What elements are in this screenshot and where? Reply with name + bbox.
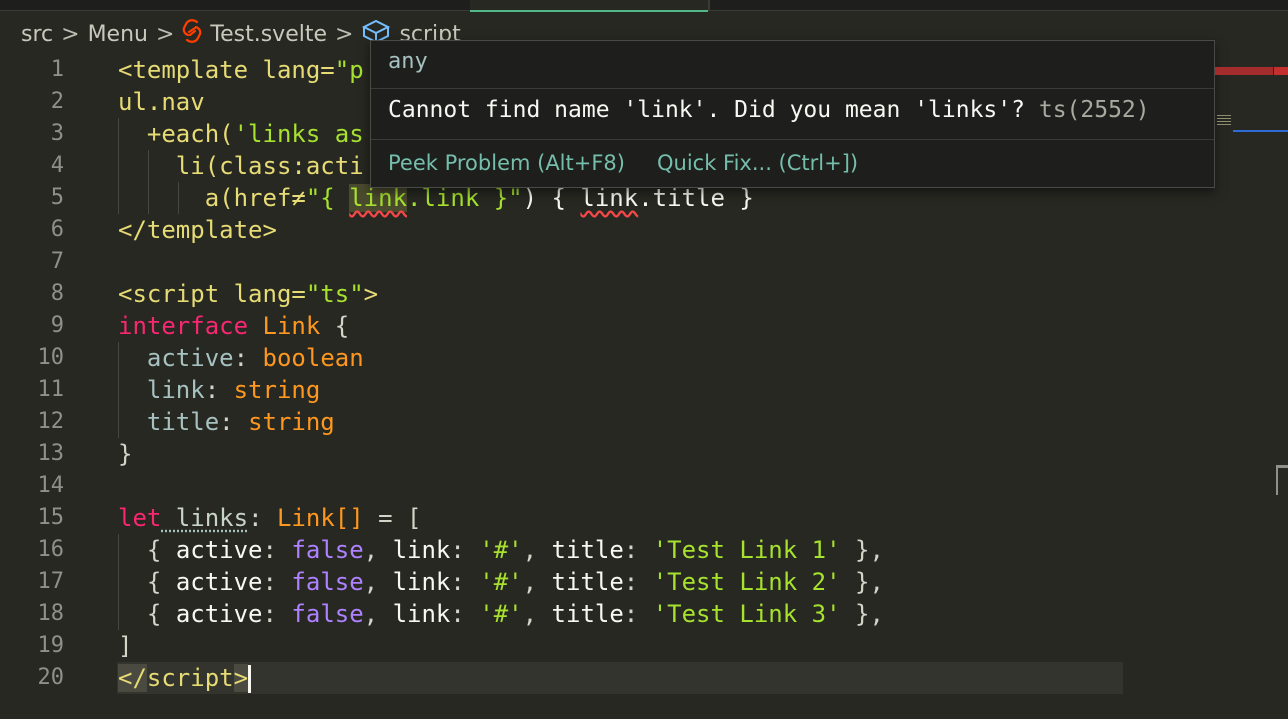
- code-text: active: boolean: [146, 344, 364, 372]
- code-text: { active: false, link: '#', title: 'Test…: [146, 568, 884, 596]
- scrollbar-thumb[interactable]: [1276, 465, 1278, 495]
- code-line: 12 title: string: [0, 406, 1288, 438]
- hover-actions: Peek Problem (Alt+F8) Quick Fix... (Ctrl…: [388, 151, 858, 175]
- line-number: 12: [37, 409, 65, 434]
- code-line: 16 { active: false, link: '#', title: 'T…: [0, 534, 1288, 566]
- text-cursor: [248, 665, 252, 693]
- code-line: 17 { active: false, link: '#', title: 'T…: [0, 566, 1288, 598]
- error-code: ts(2552): [1038, 97, 1150, 123]
- line-number: 1: [50, 57, 64, 82]
- line-number: 10: [37, 345, 65, 370]
- active-tab[interactable]: [470, 0, 708, 12]
- code-line: 8 <script lang="ts">: [0, 278, 1288, 310]
- line-number: 3: [50, 121, 64, 146]
- code-text: title: string: [146, 408, 335, 436]
- code-text: interface Link {: [118, 312, 350, 340]
- svelte-icon: [182, 19, 202, 49]
- line-number: 8: [50, 281, 64, 306]
- error-token: link: [580, 184, 639, 212]
- line-number: 15: [37, 505, 65, 530]
- code-line: 19 ]: [0, 630, 1288, 662]
- code-text: li(class:acti: [175, 152, 364, 180]
- line-number: 4: [50, 153, 64, 178]
- line-number: 9: [50, 313, 64, 338]
- divider: [371, 139, 1214, 140]
- quick-fix-link[interactable]: Quick Fix... (Ctrl+]): [657, 151, 858, 175]
- error-message: Cannot find name 'link'. Did you mean 'l…: [388, 97, 1150, 123]
- minimap-error-marker: [1215, 67, 1273, 75]
- hover-type-info: any: [388, 49, 428, 74]
- chevron-right-icon: >: [155, 21, 175, 47]
- code-text: link: string: [146, 376, 321, 404]
- chevron-right-icon: >: [335, 21, 354, 47]
- line-number: 16: [37, 537, 65, 562]
- code-text: { active: false, link: '#', title: 'Test…: [146, 600, 884, 628]
- code-text: <script lang="ts">: [118, 280, 379, 308]
- error-token: link: [349, 184, 408, 212]
- line-number: 19: [37, 633, 65, 658]
- code-line: 7: [0, 246, 1288, 278]
- code-line: 18 { active: false, link: '#', title: 'T…: [0, 598, 1288, 630]
- code-text: ul.nav: [118, 88, 205, 116]
- code-line: 11 link: string: [0, 374, 1288, 406]
- vertical-scrollbar[interactable]: [1274, 54, 1288, 719]
- divider: [371, 88, 1214, 89]
- tab-separator: [708, 0, 710, 10]
- line-number: 13: [37, 441, 65, 466]
- minimap-text: [1217, 115, 1231, 125]
- code-text: </script>: [118, 662, 252, 694]
- tab-strip: [0, 0, 1288, 12]
- code-line: 10 active: boolean: [0, 342, 1288, 374]
- line-number: 18: [37, 601, 65, 626]
- code-line: 20 </script>: [0, 662, 1288, 694]
- code-text: </template>: [118, 216, 277, 244]
- overview-ruler-error: [1274, 67, 1288, 75]
- line-number: 20: [37, 665, 65, 690]
- minimap-selection-marker: [1233, 130, 1288, 132]
- code-line: 13 }: [0, 438, 1288, 470]
- line-number: 14: [37, 473, 65, 498]
- line-number: 5: [50, 185, 64, 210]
- code-line: 9 interface Link {: [0, 310, 1288, 342]
- breadcrumb-item-src[interactable]: src: [21, 22, 53, 47]
- peek-problem-link[interactable]: Peek Problem (Alt+F8): [388, 151, 625, 175]
- code-text: ]: [118, 632, 133, 660]
- code-text: { active: false, link: '#', title: 'Test…: [146, 536, 884, 564]
- code-line: 14: [0, 470, 1288, 502]
- code-text: +each('links as: [146, 120, 364, 148]
- hover-tooltip: any Cannot find name 'link'. Did you mea…: [370, 40, 1215, 188]
- code-line: 15 let links: Link[] = [: [0, 502, 1288, 534]
- line-number: 17: [37, 569, 65, 594]
- code-text: let links: Link[] = [: [118, 504, 422, 532]
- line-number: 6: [50, 217, 64, 242]
- code-line: 6 </template>: [0, 214, 1288, 246]
- breadcrumb-item-menu[interactable]: Menu: [88, 22, 148, 47]
- chevron-right-icon: >: [61, 21, 80, 47]
- breadcrumb-item-file[interactable]: Test.svelte: [210, 22, 327, 47]
- line-number: 2: [50, 89, 64, 114]
- code-text: }: [118, 440, 133, 468]
- line-number: 7: [50, 249, 64, 274]
- line-number: 11: [37, 377, 65, 402]
- code-text: <template lang="p: [118, 56, 364, 84]
